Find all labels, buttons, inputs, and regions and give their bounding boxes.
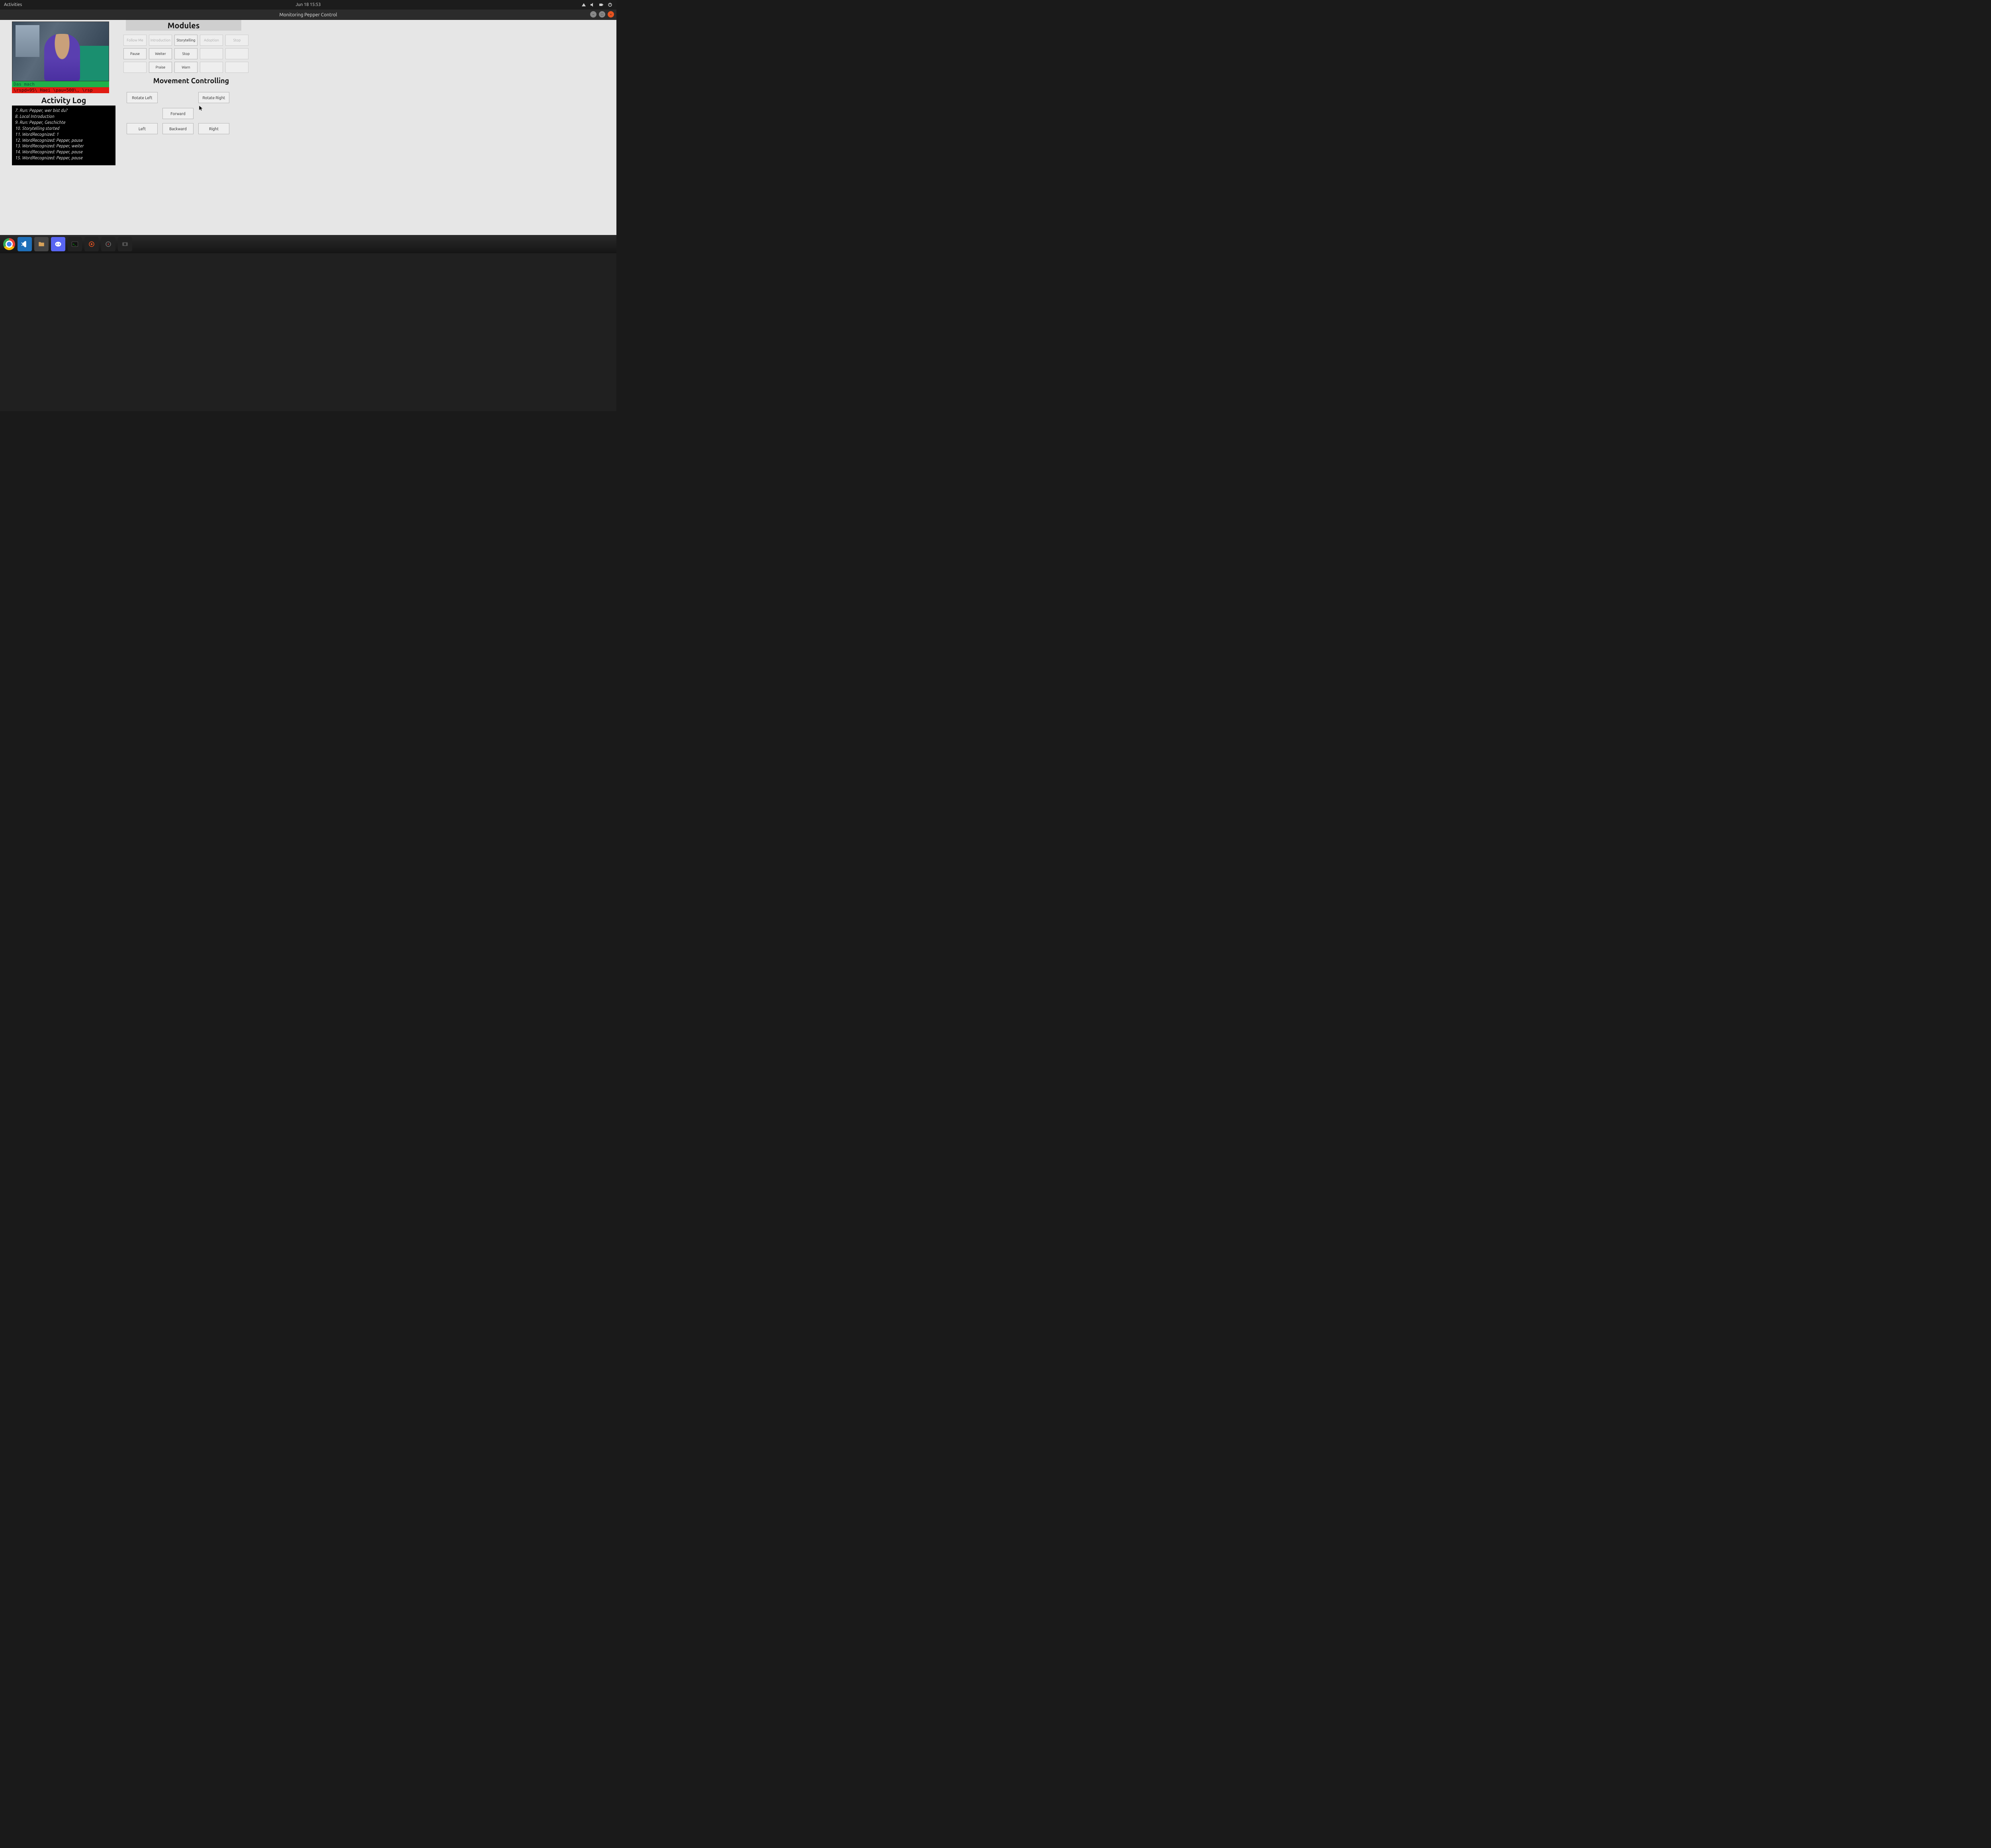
module-empty — [200, 48, 223, 59]
right-button[interactable]: Right — [198, 123, 229, 134]
rotate-left-button[interactable]: Rotate Left — [127, 92, 158, 103]
log-entry: 11. WordRecognized: 1 — [15, 132, 112, 138]
module-adoption-button: Adoption — [200, 35, 223, 46]
movement-area: Rotate Left Rotate Right Forward Left Ba… — [123, 92, 243, 148]
taskbar-chrome-icon[interactable] — [3, 238, 15, 250]
module-empty — [225, 62, 248, 73]
taskbar-discord-icon[interactable] — [51, 237, 65, 251]
taskbar-terminal-icon[interactable]: >_ — [68, 237, 82, 251]
network-icon[interactable] — [581, 2, 586, 7]
module-empty — [123, 62, 147, 73]
log-entry: 9. Run: Pepper, Geschichte — [15, 120, 112, 126]
log-entry: 10. Storytelling started — [15, 126, 112, 132]
power-icon[interactable] — [608, 2, 612, 7]
forward-button[interactable]: Forward — [162, 108, 194, 119]
topbar-datetime[interactable]: Jun 18 15:53 — [296, 2, 321, 7]
module-stop-button: Stop — [225, 35, 248, 46]
module-pause-button[interactable]: Pause — [123, 48, 147, 59]
status-line-red: \rspd=95\ Haei \pau=500\, \rsp — [12, 87, 109, 93]
window-titlebar: Monitoring Pepper Control – □ × — [0, 10, 616, 20]
window-maximize-button[interactable]: □ — [599, 11, 605, 18]
movement-heading: Movement Controlling — [123, 77, 259, 85]
taskbar-settings-icon[interactable] — [84, 237, 99, 251]
modules-grid: Follow Me Introduction Storytelling Adop… — [123, 35, 259, 73]
status-strip: Das mach \rspd=95\ Haei \pau=500\, \rsp — [12, 81, 109, 93]
module-empty — [200, 62, 223, 73]
module-stop2-button[interactable]: Stop — [174, 48, 198, 59]
module-introduction-button: Introduction — [149, 35, 172, 46]
window-close-button[interactable]: × — [608, 11, 614, 18]
log-entry: 15. WordRecognized: Pepper, pause — [15, 155, 112, 161]
status-line-green: Das mach — [12, 81, 109, 87]
taskbar: >_ — [0, 235, 616, 253]
camera-feed — [12, 22, 109, 81]
log-entry: 14. WordRecognized: Pepper, pause — [15, 149, 112, 155]
camera-bg-wall — [77, 46, 109, 81]
taskbar-files-icon[interactable] — [34, 237, 49, 251]
camera-bg-window — [16, 25, 39, 57]
module-warn-button[interactable]: Warn — [174, 62, 198, 73]
backward-button[interactable]: Backward — [162, 123, 194, 134]
module-praise-button[interactable]: Praise — [149, 62, 172, 73]
module-empty — [225, 48, 248, 59]
log-entry: 13. WordRecognized: Pepper, weiter — [15, 143, 112, 149]
gnome-topbar: Activities Jun 18 15:53 — [0, 0, 616, 10]
modules-heading-wrap: Modules — [126, 20, 241, 31]
app-canvas: Das mach \rspd=95\ Haei \pau=500\, \rsp … — [0, 20, 616, 235]
module-followme-button: Follow Me — [123, 35, 147, 46]
taskbar-screenshot-icon[interactable] — [118, 237, 132, 251]
activities-label[interactable]: Activities — [4, 2, 22, 7]
taskbar-app-icon[interactable] — [101, 237, 115, 251]
activity-log-heading: Activity Log — [12, 96, 115, 105]
window-minimize-button[interactable]: – — [590, 11, 597, 18]
camera-subject — [44, 34, 80, 81]
modules-heading: Modules — [126, 21, 241, 30]
log-entry: 8. Local Introduction — [15, 114, 112, 120]
left-button[interactable]: Left — [127, 123, 158, 134]
volume-icon[interactable] — [590, 2, 595, 7]
battery-icon[interactable] — [599, 2, 604, 7]
svg-text:>_: >_ — [73, 243, 76, 246]
module-weiter-button[interactable]: Weiter — [149, 48, 172, 59]
desktop: Activities Jun 18 15:53 Monitoring Peppe… — [0, 0, 616, 411]
window-title: Monitoring Pepper Control — [279, 12, 337, 18]
log-entry: 7. Run: Pepper, wer bist du? — [15, 108, 112, 114]
module-storytelling-button[interactable]: Storytelling — [174, 35, 198, 46]
taskbar-vscode-icon[interactable] — [18, 237, 32, 251]
rotate-right-button[interactable]: Rotate Right — [198, 92, 229, 103]
activity-log: 7. Run: Pepper, wer bist du? 8. Local In… — [12, 106, 115, 165]
log-entry: 12. WordRecognized: Pepper, pause — [15, 138, 112, 144]
